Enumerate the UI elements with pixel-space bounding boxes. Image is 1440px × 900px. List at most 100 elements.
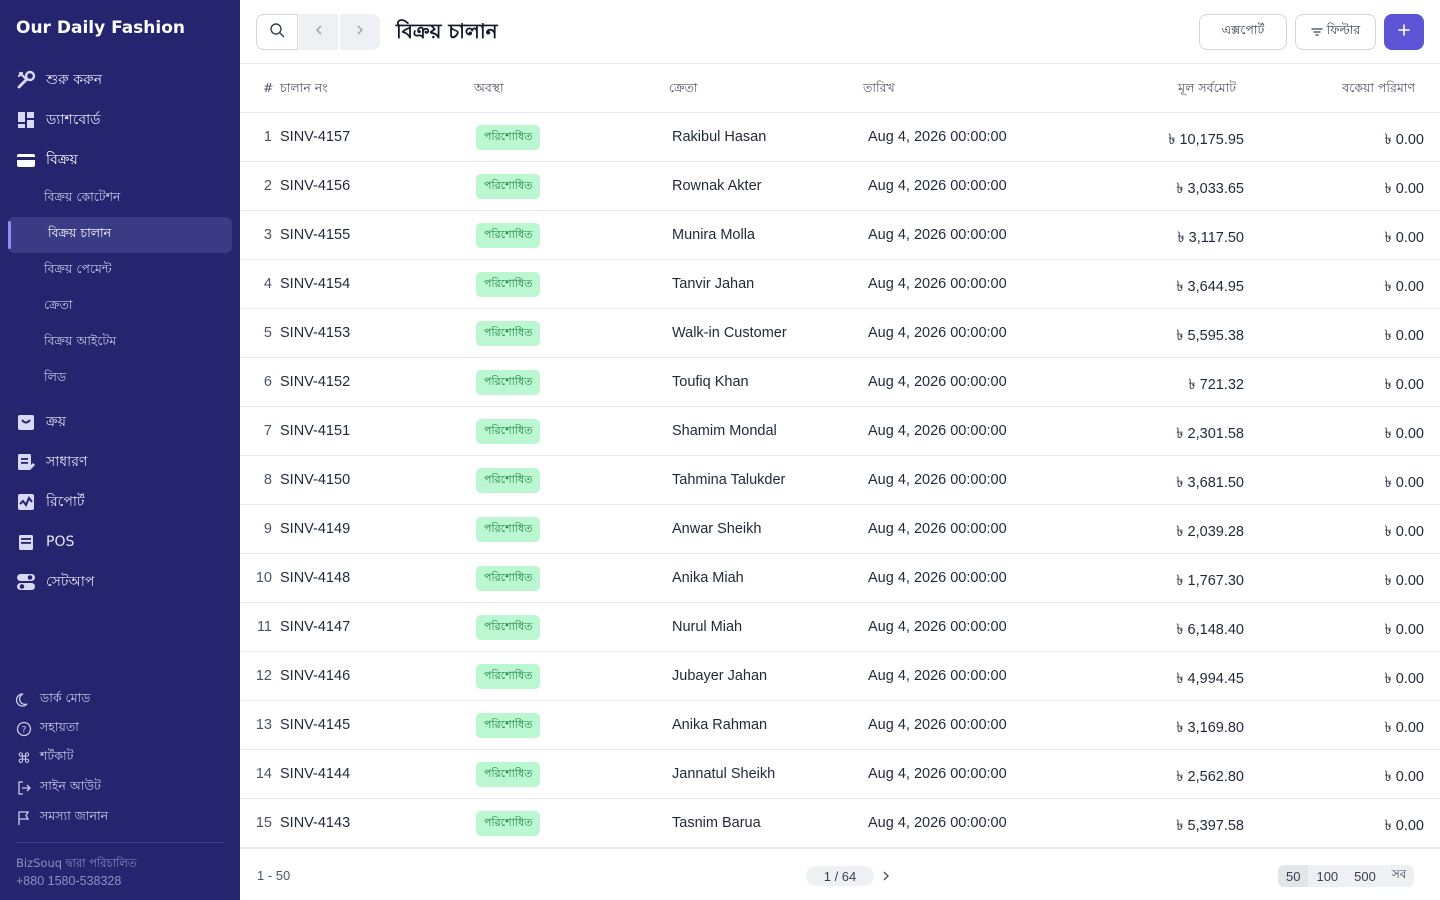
table-row[interactable]: 7 SINV-4151 পরিশোধিত Shamim Mondal Aug 4, 20… xyxy=(240,407,1440,456)
invoice-number[interactable]: SINV-4152 xyxy=(280,374,350,390)
table-row[interactable]: 8 SINV-4150 পরিশোধিত Tahmina Talukder Aug 4,… xyxy=(240,456,1440,505)
status-badge: পরিশোধিত xyxy=(476,223,541,248)
customer-name: Anwar Sheikh xyxy=(672,521,762,537)
status-badge: পরিশোধিত xyxy=(476,664,541,689)
sidebar-item-purchase[interactable]: ক্রয় xyxy=(8,404,232,440)
sidebar-sub-sales-item[interactable]: বিক্রয় আইটেম xyxy=(8,325,232,361)
help-link[interactable]: ? সহায়তা xyxy=(16,718,79,740)
customer-name: Toufiq Khan xyxy=(672,374,749,390)
next-record-button[interactable] xyxy=(340,14,380,50)
table-row[interactable]: 14 SINV-4144 পরিশোধিত Jannatul Sheikh Aug 4,… xyxy=(240,750,1440,799)
table-row[interactable]: 12 SINV-4146 পরিশোধিত Jubayer Jahan Aug 4, 2… xyxy=(240,652,1440,701)
sidebar-sub-sales-payment[interactable]: বিক্রয় পেমেন্ট xyxy=(8,253,232,289)
invoice-number[interactable]: SINV-4151 xyxy=(280,423,350,439)
grand-total: ৳ 2,039.28 xyxy=(1176,524,1244,540)
grand-total: ৳ 1,767.30 xyxy=(1176,573,1244,589)
status-badge: পরিশোধিত xyxy=(476,566,541,591)
table-row[interactable]: 5 SINV-4153 পরিশোধিত Walk-in Customer Aug 4,… xyxy=(240,309,1440,358)
invoice-number[interactable]: SINV-4156 xyxy=(280,178,350,194)
svg-text:⌘: ⌘ xyxy=(17,751,31,766)
sidebar-item-report[interactable]: রিপোর্ট xyxy=(8,484,232,520)
report-issue-label: সমস্যা জানান xyxy=(40,808,109,823)
shortcuts-link[interactable]: ⌘ শর্টকাট xyxy=(16,747,73,769)
customer-name: Tanvir Jahan xyxy=(672,276,755,292)
invoice-number[interactable]: SINV-4146 xyxy=(280,668,350,684)
sidebar-item-getting-started[interactable]: শুরু করুন xyxy=(8,62,232,98)
dark-mode-toggle[interactable]: ডার্ক মোড xyxy=(16,689,90,711)
invoice-number[interactable]: SINV-4154 xyxy=(280,276,350,292)
invoice-date: Aug 4, 2026 00:00:00 xyxy=(868,472,1007,488)
sidebar-item-label: ক্রয় xyxy=(46,414,66,430)
table-row[interactable]: 10 SINV-4148 পরিশোধিত Anika Miah Aug 4, 2026… xyxy=(240,554,1440,603)
table-row[interactable]: 15 SINV-4143 পরিশোধিত Tasnim Barua Aug 4, 20… xyxy=(240,799,1440,848)
col-header-grand-total[interactable]: মূল সর্বমোট xyxy=(1178,80,1236,100)
sign-out-label: সাইন আউট xyxy=(40,778,101,793)
col-header-customer[interactable]: ক্রেতা xyxy=(669,80,698,100)
table-row[interactable]: 6 SINV-4152 পরিশোধিত Toufiq Khan Aug 4, 2026… xyxy=(240,358,1440,407)
sidebar-item-sales[interactable]: বিক্রয় xyxy=(8,142,232,178)
status-badge: পরিশোধিত xyxy=(476,419,541,444)
filter-button[interactable]: ফিল্টার xyxy=(1295,14,1376,50)
sidebar-item-setup[interactable]: সেটআপ xyxy=(8,564,232,600)
outstanding-amount: ৳ 0.00 xyxy=(1384,769,1424,785)
invoice-number[interactable]: SINV-4143 xyxy=(280,815,350,831)
col-header-status[interactable]: অবস্থা xyxy=(474,80,504,100)
next-page-button[interactable] xyxy=(878,867,894,885)
sidebar-sub-lead[interactable]: লিড xyxy=(8,361,232,397)
status-badge: পরিশোধিত xyxy=(476,615,541,640)
add-button[interactable] xyxy=(1384,14,1424,50)
invoice-number[interactable]: SINV-4147 xyxy=(280,619,350,635)
page-size-50[interactable]: 50 xyxy=(1278,865,1309,887)
outstanding-amount: ৳ 0.00 xyxy=(1384,818,1424,834)
help-icon: ? xyxy=(16,721,32,737)
invoice-number[interactable]: SINV-4150 xyxy=(280,472,350,488)
page-size-all[interactable]: সব xyxy=(1384,865,1415,887)
prev-record-button[interactable] xyxy=(299,14,339,50)
sidebar-item-dashboard[interactable]: ড্যাশবোর্ড xyxy=(8,102,232,138)
export-button[interactable]: এক্সপোর্ট xyxy=(1199,14,1287,50)
table-row[interactable]: 1 SINV-4157 পরিশোধিত Rakibul Hasan Aug 4, 20… xyxy=(240,113,1440,162)
row-number: 7 xyxy=(263,423,272,439)
invoice-date: Aug 4, 2026 00:00:00 xyxy=(868,668,1007,684)
sidebar-sub-label: বিক্রয় আইটেম xyxy=(44,333,117,348)
invoice-number[interactable]: SINV-4144 xyxy=(280,766,350,782)
table-row[interactable]: 3 SINV-4155 পরিশোধিত Munira Molla Aug 4, 202… xyxy=(240,211,1440,260)
table-row[interactable]: 13 SINV-4145 পরিশোধিত Anika Rahman Aug 4, 20… xyxy=(240,701,1440,750)
outstanding-amount: ৳ 0.00 xyxy=(1384,377,1424,393)
sidebar-sub-sales-invoice[interactable]: বিক্রয় চালান xyxy=(8,217,232,253)
table-row[interactable]: 9 SINV-4149 পরিশোধিত Anwar Sheikh Aug 4, 202… xyxy=(240,505,1440,554)
customer-name: Munira Molla xyxy=(672,227,755,243)
invoice-number[interactable]: SINV-4153 xyxy=(280,325,350,341)
sidebar-item-general[interactable]: সাধারণ xyxy=(8,444,232,480)
sidebar-sub-customer[interactable]: ক্রেতা xyxy=(8,289,232,325)
invoice-number[interactable]: SINV-4149 xyxy=(280,521,350,537)
row-number: 12 xyxy=(255,668,272,684)
plus-icon xyxy=(1397,23,1411,42)
sidebar-sub-sales-quotation[interactable]: বিক্রয় কোটেশন xyxy=(8,181,232,217)
row-number: 13 xyxy=(255,717,272,733)
page-indicator[interactable]: 1 / 64 xyxy=(806,866,874,886)
table-row[interactable]: 4 SINV-4154 পরিশোধিত Tanvir Jahan Aug 4, 202… xyxy=(240,260,1440,309)
col-header-date[interactable]: তারিখ xyxy=(863,80,895,100)
sidebar-item-label: সাধারণ xyxy=(46,454,88,470)
invoice-number[interactable]: SINV-4145 xyxy=(280,717,350,733)
col-header-invoice[interactable]: চালান নং xyxy=(280,80,328,100)
col-header-outstanding[interactable]: বকেয়া পরিমাণ xyxy=(1342,80,1415,100)
page-header: বিক্রয় চালান এক্সপোর্ট ফিল্টার xyxy=(240,0,1440,64)
table-row[interactable]: 2 SINV-4156 পরিশোধিত Rownak Akter Aug 4, 202… xyxy=(240,162,1440,211)
search-button[interactable] xyxy=(256,14,298,50)
invoice-number[interactable]: SINV-4148 xyxy=(280,570,350,586)
moon-icon xyxy=(16,692,32,708)
grand-total: ৳ 5,397.58 xyxy=(1176,818,1244,834)
page-size-500[interactable]: 500 xyxy=(1346,865,1384,887)
page-size-100[interactable]: 100 xyxy=(1308,865,1346,887)
grand-total: ৳ 3,644.95 xyxy=(1176,279,1244,295)
invoice-number[interactable]: SINV-4155 xyxy=(280,227,350,243)
table-row[interactable]: 11 SINV-4147 পরিশোধিত Nurul Miah Aug 4, 2026… xyxy=(240,603,1440,652)
search-icon xyxy=(269,22,285,43)
sign-out-link[interactable]: সাইন আউট xyxy=(16,777,101,799)
report-issue-link[interactable]: সমস্যা জানান xyxy=(16,807,108,829)
command-icon: ⌘ xyxy=(16,750,32,766)
sidebar-item-pos[interactable]: POS xyxy=(8,524,232,560)
invoice-number[interactable]: SINV-4157 xyxy=(280,129,350,145)
